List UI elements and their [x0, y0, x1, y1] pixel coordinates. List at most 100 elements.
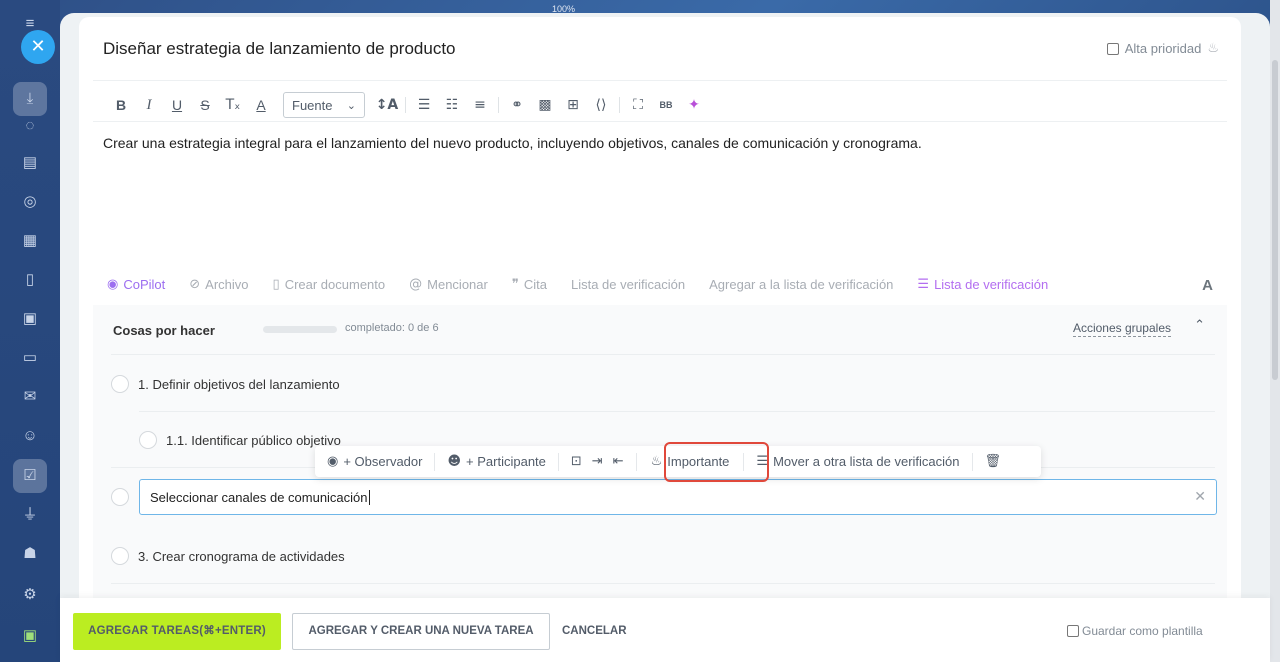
quote-icon: ❞ — [511, 277, 519, 292]
align-icon[interactable]: ≡ — [466, 97, 494, 113]
mail-icon[interactable]: ✉ — [20, 387, 40, 407]
checklist-title[interactable]: Cosas por hacer — [113, 323, 215, 338]
toolbar-separator — [498, 97, 499, 113]
checklist-item-input[interactable]: Seleccionar canales de comunicación ✕ — [139, 479, 1217, 515]
checklist-active-button[interactable]: ☰ Lista de verificación — [917, 277, 1048, 292]
right-scrollbar-track — [1270, 0, 1280, 662]
indent-icon[interactable]: ⇥ — [592, 454, 603, 469]
add-observer-button[interactable]: ◉ + Observador — [315, 454, 434, 469]
move-to-checklist-button[interactable]: ☰ Mover a otra lista de verificación — [744, 454, 971, 469]
cancel-button[interactable]: CANCELAR — [562, 625, 627, 637]
copilot-button[interactable]: ◉ CoPilot — [107, 277, 165, 292]
checklist-progress-text: completado: 0 de 6 — [345, 322, 439, 334]
tasks-icon[interactable]: ☑ — [20, 466, 40, 486]
font-select[interactable]: Fuente ⌄ — [283, 92, 365, 118]
high-priority-label: Alta prioridad — [1124, 41, 1202, 56]
chevron-up-icon[interactable]: ⌃ — [1194, 318, 1205, 333]
item-label: 1.1. Identificar público objetivo — [166, 432, 341, 448]
add-to-checklist-button[interactable]: Agregar a la lista de verificación — [709, 277, 893, 292]
clear-icon[interactable]: ✕ — [1194, 489, 1206, 505]
checklist-item[interactable]: 1. Definir objetivos del lanzamiento — [111, 375, 340, 393]
download-icon[interactable]: ⤓ — [20, 89, 40, 109]
item-checkbox[interactable] — [139, 431, 157, 449]
text-caret — [368, 489, 370, 505]
font-size-button[interactable]: ↕A — [373, 97, 401, 113]
flame-icon: ♨ — [1207, 41, 1219, 56]
important-highlight — [664, 442, 769, 482]
add-and-create-new-button[interactable]: AGREGAR Y CREAR UNA NUEVA TAREA — [292, 613, 550, 650]
copilot-label: CoPilot — [123, 277, 166, 292]
attach-icon[interactable]: ⊡ — [571, 454, 582, 469]
font-options-button[interactable]: A — [1202, 277, 1213, 294]
item-checkbox[interactable] — [111, 488, 129, 506]
create-document-button[interactable]: ▯ Crear documento — [273, 277, 386, 292]
clear-format-button[interactable]: Tₓ — [219, 97, 247, 113]
app-icon[interactable]: ▣ — [20, 626, 40, 646]
add-tasks-button[interactable]: AGREGAR TAREAS(⌘+ENTER) — [73, 613, 281, 650]
add-observer-label: + Observador — [343, 454, 423, 469]
card-icon[interactable]: ▭ — [20, 348, 40, 368]
checklist-item-editing[interactable] — [111, 488, 129, 506]
bold-button[interactable]: B — [107, 97, 135, 113]
settings-circle-icon[interactable]: ◎ — [20, 192, 40, 212]
save-as-template-label: Guardar como plantilla — [1082, 624, 1203, 638]
group-actions-link[interactable]: Acciones grupales — [1072, 321, 1171, 337]
high-priority-checkbox[interactable] — [1106, 42, 1119, 55]
image-icon[interactable]: ▩ — [531, 97, 559, 113]
table-icon[interactable]: ⊞ — [559, 97, 587, 113]
item-divider — [139, 411, 1215, 412]
gear-icon[interactable]: ⚙ — [20, 585, 40, 605]
checklist-active-label: Lista de verificación — [934, 277, 1049, 292]
document-icon[interactable]: ▯ — [20, 270, 40, 290]
board-icon[interactable]: ▣ — [20, 309, 40, 329]
item-checkbox[interactable] — [111, 375, 129, 393]
feed-icon[interactable]: ▤ — [20, 153, 40, 173]
robot-icon[interactable]: ☗ — [20, 544, 40, 564]
outdent-icon[interactable]: ⇤ — [613, 454, 624, 469]
file-button[interactable]: ⊘ Archivo — [189, 277, 248, 292]
numbered-list-icon[interactable]: ☰ — [410, 97, 438, 113]
delete-item-button[interactable]: 🗑 — [973, 454, 1014, 469]
filter-icon[interactable]: ⏚ — [20, 505, 40, 525]
save-as-template-checkbox[interactable] — [1067, 625, 1079, 637]
high-priority-toggle[interactable]: Alta prioridad ♨ — [1106, 41, 1219, 56]
copilot-icon: ◉ — [107, 277, 119, 292]
underline-button[interactable]: U — [163, 97, 191, 113]
bbcode-icon[interactable]: BB — [652, 100, 680, 110]
strikethrough-button[interactable]: S — [191, 97, 219, 113]
text-color-button[interactable]: A — [247, 97, 275, 113]
editor-toolbar: B I U S Tₓ A Fuente ⌄ ↕A ☰ ☷ ≡ ⚭ ▩ ⊞ ⟨⟩ … — [107, 91, 708, 119]
item-divider — [111, 583, 1215, 584]
task-title[interactable]: Diseñar estrategia de lanzamiento de pro… — [103, 39, 456, 59]
add-participant-label: + Participante — [466, 454, 546, 469]
item-label: 3. Crear cronograma de actividades — [138, 548, 345, 564]
item-tools-group: ⊡ ⇥ ⇤ — [559, 454, 636, 469]
checklist-progress-bar — [263, 326, 337, 333]
checklist-button[interactable]: Lista de verificación — [571, 277, 685, 292]
footer-bar: AGREGAR TAREAS(⌘+ENTER) AGREGAR Y CREAR … — [60, 598, 1270, 662]
person-icon: ☻ — [447, 454, 462, 469]
task-description[interactable]: Crear una estrategia integral para el la… — [103, 135, 922, 151]
add-participant-button[interactable]: ☻ + Participante — [435, 454, 557, 469]
mention-button[interactable]: @ Mencionar — [409, 277, 488, 292]
toolbar-divider — [93, 121, 1227, 122]
bullet-list-icon[interactable]: ☷ — [438, 97, 466, 113]
calendar-icon[interactable]: ▦ — [20, 231, 40, 251]
checklist-subitem[interactable]: 1.1. Identificar público objetivo — [139, 431, 341, 449]
toolbar-separator — [619, 97, 620, 113]
save-as-template-toggle[interactable]: Guardar como plantilla — [1067, 624, 1203, 638]
checklist-item[interactable]: 3. Crear cronograma de actividades — [111, 547, 345, 565]
task-editor-card: Diseñar estrategia de lanzamiento de pro… — [79, 17, 1241, 598]
item-checkbox[interactable] — [111, 547, 129, 565]
contacts-icon[interactable]: ☺ — [20, 426, 40, 446]
code-icon[interactable]: ⟨⟩ — [587, 97, 615, 113]
close-icon[interactable]: ✕ — [21, 30, 55, 64]
link-icon[interactable]: ⚭ — [503, 97, 531, 113]
ai-image-icon[interactable]: ✦ — [680, 97, 708, 113]
quote-button[interactable]: ❞ Cita — [512, 277, 547, 292]
create-document-label: Crear documento — [284, 277, 386, 292]
scrollbar-thumb[interactable] — [1272, 60, 1278, 380]
chat-icon[interactable]: ◌ — [20, 116, 40, 136]
fullscreen-icon[interactable]: ⛶ — [624, 97, 652, 113]
italic-button[interactable]: I — [135, 97, 163, 114]
